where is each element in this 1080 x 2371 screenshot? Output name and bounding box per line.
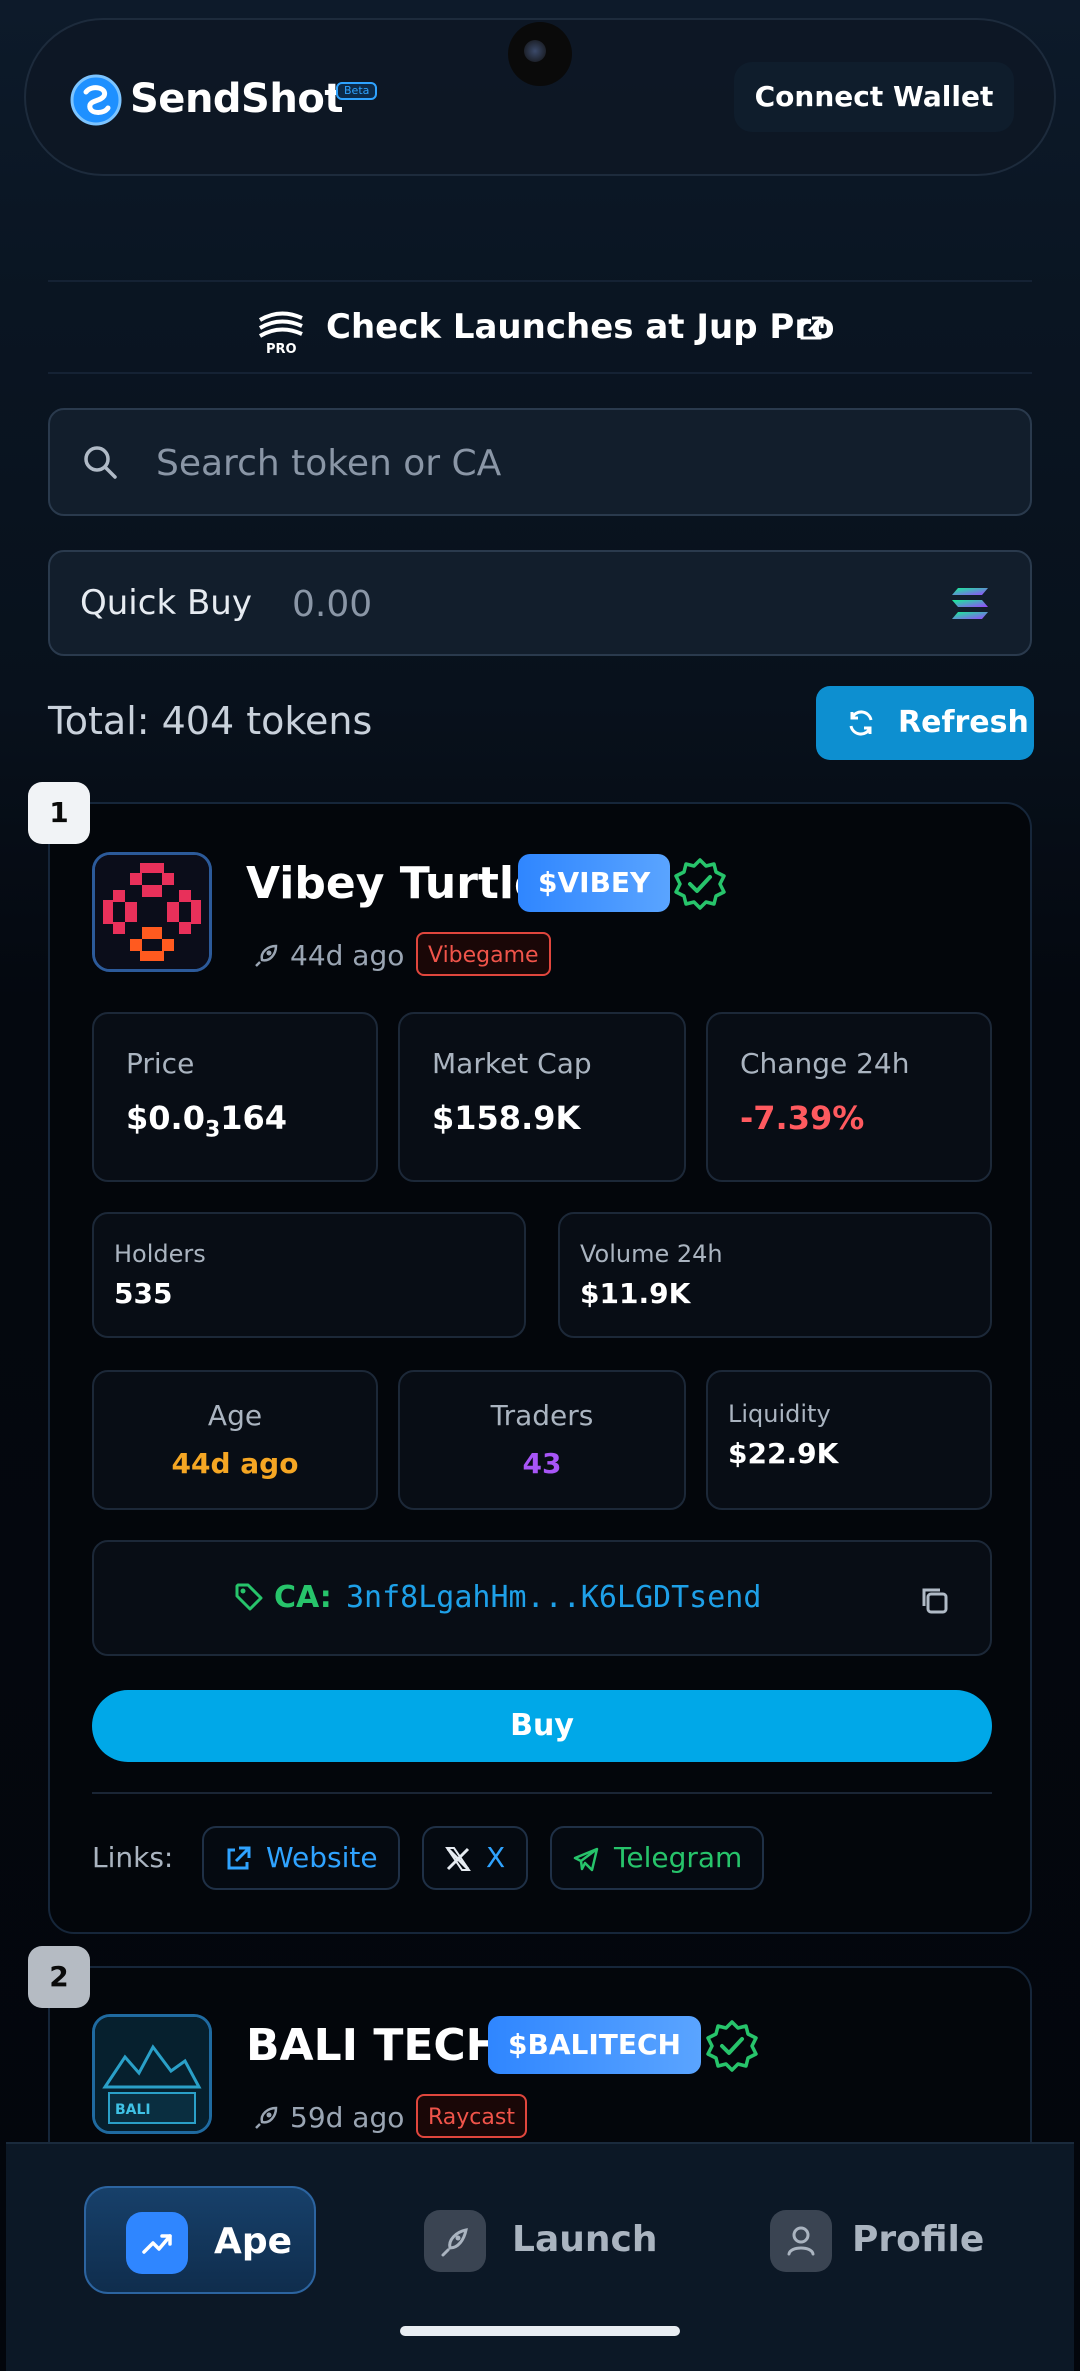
verified-badge-icon	[706, 2020, 758, 2072]
quick-buy-label: Quick Buy	[80, 583, 252, 623]
verified-badge-icon	[674, 858, 726, 910]
nav-launch-label: Launch	[512, 2219, 658, 2260]
rank-badge: 2	[28, 1946, 90, 2008]
connect-wallet-button[interactable]: Connect Wallet	[734, 62, 1014, 132]
x-logo-icon	[445, 1847, 471, 1871]
refresh-button[interactable]: Refresh	[816, 686, 1034, 760]
source-badge: Vibegame	[416, 932, 551, 976]
age-stat: Age 44d ago	[92, 1370, 378, 1510]
holders-value: 535	[114, 1277, 173, 1310]
nav-profile-label: Profile	[852, 2219, 985, 2260]
age-label: Age	[207, 1399, 263, 1432]
age-value: 44d ago	[171, 1447, 299, 1480]
divider	[92, 1792, 992, 1794]
change-24h-stat: Change 24h -7.39%	[706, 1012, 992, 1182]
divider	[48, 372, 1032, 374]
refresh-icon	[849, 710, 873, 736]
token-name: Vibey Turtle	[246, 858, 544, 909]
external-link-icon	[227, 1846, 251, 1870]
quick-buy-amount-input[interactable]	[290, 576, 894, 632]
volume-24h-stat: Volume 24h $11.9K	[558, 1212, 992, 1338]
x-link-label: X	[486, 1841, 506, 1874]
liquidity-stat: Liquidity $22.9K	[706, 1370, 992, 1510]
trending-up-icon	[126, 2212, 188, 2274]
token-logo: BALI	[92, 2014, 212, 2134]
market-cap-stat: Market Cap $158.9K	[398, 1012, 686, 1182]
token-logo	[92, 852, 212, 972]
front-camera	[508, 22, 572, 86]
price-stat: Price $0.03164	[92, 1012, 378, 1182]
search-input[interactable]	[154, 430, 998, 496]
app-screen: SendShot Beta Connect Wallet PRO Check L…	[0, 0, 1080, 2371]
traders-stat: Traders 43	[398, 1370, 686, 1510]
telegram-link[interactable]: Telegram	[550, 1826, 764, 1890]
rank-badge: 1	[28, 782, 90, 844]
copy-icon[interactable]	[918, 1584, 950, 1616]
telegram-link-label: Telegram	[614, 1841, 743, 1874]
change-24h-value: -7.39%	[740, 1099, 865, 1137]
token-total: Total: 404 tokens	[48, 699, 373, 743]
links-label: Links:	[92, 1841, 174, 1874]
search-bar[interactable]	[48, 408, 1032, 516]
price-value: $0.03164	[126, 1099, 288, 1143]
divider	[48, 280, 1032, 282]
liquidity-label: Liquidity	[728, 1400, 831, 1428]
token-name: BALI TECH	[246, 2020, 503, 2071]
svg-text:BALI: BALI	[115, 2102, 151, 2118]
tag-icon	[235, 1583, 263, 1611]
ca-label: CA:	[274, 1580, 332, 1615]
nav-profile[interactable]: Profile	[746, 2186, 986, 2294]
jup-pro-banner[interactable]: PRO Check Launches at Jup Pro	[0, 290, 1080, 370]
telegram-icon	[573, 1847, 599, 1872]
bottom-navigation: Ape Launch Profile	[6, 2142, 1074, 2371]
quick-buy-field[interactable]: Quick Buy	[48, 550, 1032, 656]
holders-label: Holders	[114, 1240, 206, 1268]
market-cap-label: Market Cap	[432, 1047, 592, 1080]
x-link[interactable]: X	[422, 1826, 528, 1890]
token-ticker-badge[interactable]: $VIBEY	[518, 854, 671, 912]
nav-ape-label: Ape	[214, 2221, 293, 2262]
refresh-label: Refresh	[898, 705, 1029, 740]
change-24h-label: Change 24h	[740, 1047, 910, 1080]
beta-badge: Beta	[336, 82, 378, 100]
jup-pro-icon: PRO	[258, 311, 303, 356]
home-indicator	[400, 2326, 680, 2336]
app-name: SendShot	[130, 76, 343, 122]
ca-value: 3nf8LgahHm...K6LGDTsend	[346, 1580, 762, 1615]
price-label: Price	[126, 1047, 195, 1080]
liquidity-value: $22.9K	[728, 1437, 839, 1470]
traders-value: 43	[522, 1447, 562, 1480]
svg-text:PRO: PRO	[266, 342, 297, 356]
nav-launch[interactable]: Launch	[410, 2186, 657, 2294]
token-card[interactable]: Vibey Turtle $VIBEY 44d ago Vibegame Pri…	[48, 802, 1032, 1934]
market-cap-value: $158.9K	[432, 1099, 581, 1137]
source-badge: Raycast	[416, 2094, 527, 2138]
buy-button[interactable]: Buy	[92, 1690, 992, 1762]
traders-label: Traders	[490, 1399, 594, 1432]
volume-24h-label: Volume 24h	[580, 1240, 723, 1268]
external-link-icon	[800, 316, 824, 340]
token-ticker-badge[interactable]: $BALITECH	[488, 2016, 701, 2074]
website-link[interactable]: Website	[202, 1826, 400, 1890]
rocket-icon	[255, 944, 278, 967]
user-icon	[770, 2210, 832, 2272]
jup-pro-text: Check Launches at Jup Pro	[326, 307, 835, 347]
contract-address-box[interactable]: CA: 3nf8LgahHm...K6LGDTsend	[92, 1540, 992, 1656]
volume-24h-value: $11.9K	[580, 1277, 691, 1310]
solana-icon	[952, 588, 988, 619]
token-age: 59d ago	[290, 2101, 405, 2134]
nav-ape[interactable]: Ape	[84, 2186, 316, 2294]
rocket-icon	[424, 2210, 486, 2272]
search-icon	[84, 446, 117, 479]
rocket-icon	[255, 2106, 278, 2129]
token-age: 44d ago	[290, 939, 405, 972]
holders-stat: Holders 535	[92, 1212, 526, 1338]
website-link-label: Website	[266, 1841, 378, 1874]
sendshot-logo-icon	[70, 74, 122, 126]
